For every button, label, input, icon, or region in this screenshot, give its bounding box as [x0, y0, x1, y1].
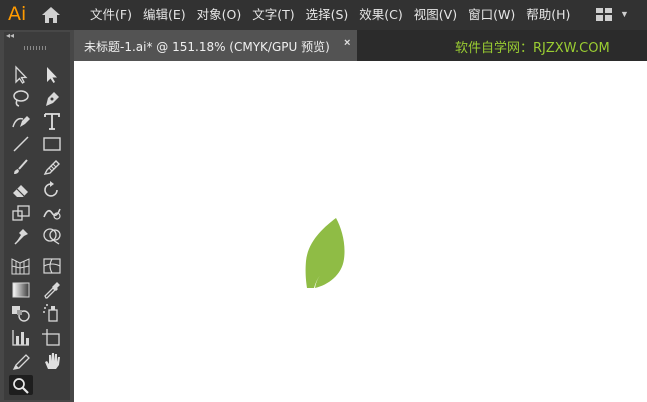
menu-window[interactable]: 窗口(W): [468, 0, 515, 30]
watermark-text: 软件自学网：RJZXW.COM: [455, 41, 610, 56]
slice-tool-icon[interactable]: [9, 351, 33, 371]
hand-tool-icon[interactable]: [40, 351, 64, 371]
eyedropper-tool-icon[interactable]: [40, 280, 64, 300]
curvature-tool-icon[interactable]: [9, 111, 33, 131]
menu-view[interactable]: 视图(V): [414, 0, 457, 30]
document-tab-title: 未标题-1.ai* @ 151.18% (CMYK/GPU 预览): [84, 40, 330, 54]
line-segment-tool-icon[interactable]: [9, 134, 33, 154]
menu-edit[interactable]: 编辑(E): [143, 0, 186, 30]
main-menu: 文件(F) 编辑(E) 对象(O) 文字(T) 选择(S) 效果(C) 视图(V…: [90, 0, 581, 30]
rotate-tool-icon[interactable]: [40, 180, 64, 200]
shaper-tool-icon[interactable]: [40, 157, 64, 177]
menu-object[interactable]: 对象(O): [197, 0, 242, 30]
artboard-tool-icon[interactable]: [40, 327, 64, 347]
paintbrush-tool-icon[interactable]: [9, 157, 33, 177]
direct-selection-tool-icon[interactable]: [40, 65, 64, 85]
menu-type[interactable]: 文字(T): [252, 0, 294, 30]
close-icon[interactable]: ×: [344, 37, 350, 49]
symbol-sprayer-tool-icon[interactable]: [40, 303, 64, 323]
selection-tool-icon[interactable]: [9, 65, 33, 85]
zoom-tool-icon[interactable]: [9, 375, 33, 395]
shape-builder-tool-icon[interactable]: [40, 226, 64, 246]
collapse-panel-icon[interactable]: ◂◂: [6, 31, 14, 40]
mesh-tool-icon[interactable]: [40, 256, 64, 276]
panel-grip[interactable]: [24, 46, 46, 50]
home-icon[interactable]: [41, 6, 61, 24]
app-logo: Ai: [8, 3, 27, 25]
menu-bar: Ai 文件(F) 编辑(E) 对象(O) 文字(T) 选择(S) 效果(C) 视…: [0, 0, 647, 30]
menu-help[interactable]: 帮助(H): [526, 0, 570, 30]
chevron-down-icon[interactable]: ▼: [620, 9, 629, 19]
rectangle-tool-icon[interactable]: [40, 134, 64, 154]
warp-tool-icon[interactable]: [40, 203, 64, 223]
leaf-artwork[interactable]: [302, 217, 350, 289]
type-tool-icon[interactable]: [40, 111, 64, 131]
workspace-switcher-icon[interactable]: [596, 8, 612, 21]
eraser-tool-icon[interactable]: [9, 180, 33, 200]
document-tab[interactable]: 未标题-1.ai* @ 151.18% (CMYK/GPU 预览) ×: [74, 30, 357, 61]
menu-select[interactable]: 选择(S): [306, 0, 349, 30]
lasso-tool-icon[interactable]: [9, 88, 33, 108]
column-graph-tool-icon[interactable]: [9, 327, 33, 347]
blend-tool-icon[interactable]: [9, 303, 33, 323]
gradient-tool-icon[interactable]: [9, 280, 33, 300]
pen-tool-icon[interactable]: [40, 88, 64, 108]
puppet-warp-tool-icon[interactable]: [9, 226, 33, 246]
scale-tool-icon[interactable]: [9, 203, 33, 223]
menu-effect[interactable]: 效果(C): [359, 0, 402, 30]
menu-file[interactable]: 文件(F): [90, 0, 132, 30]
artboard-canvas[interactable]: [74, 61, 647, 402]
perspective-grid-tool-icon[interactable]: [9, 256, 33, 276]
